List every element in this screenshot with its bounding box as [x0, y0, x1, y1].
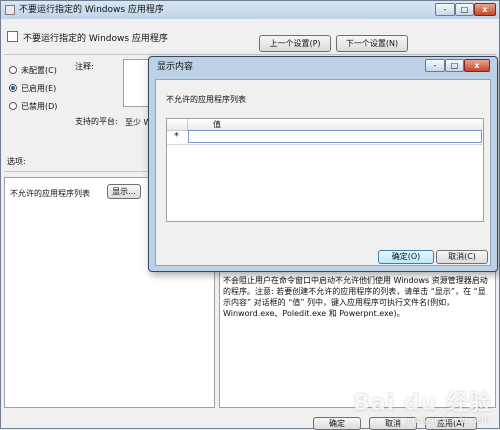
radio-enabled[interactable]: 已启用(E) — [9, 83, 69, 95]
dialog-ok-button[interactable]: 确定(O) — [378, 250, 434, 264]
disallowed-apps-label: 不允许的应用程序列表 — [10, 189, 90, 198]
main-close-button[interactable]: x — [474, 3, 496, 16]
policy-window-icon — [5, 5, 15, 15]
radio-not-configured[interactable]: 未配置(C) — [9, 65, 69, 77]
header-divider — [4, 54, 496, 55]
close-icon: x — [474, 61, 480, 70]
radio-disabled[interactable]: 已禁用(D) — [9, 101, 69, 113]
options-label: 选项: — [7, 157, 26, 166]
dialog-title-bar[interactable]: 显示内容 - □ x — [149, 57, 497, 77]
dialog-minimize-button[interactable]: - — [425, 59, 445, 72]
values-grid[interactable]: 值 * — [166, 118, 484, 222]
watermark-url: jingyan.baidu.com — [406, 416, 490, 426]
radio-circle[interactable] — [9, 102, 17, 110]
show-button[interactable]: 显示... — [107, 184, 141, 199]
main-minimize-button[interactable]: - — [435, 3, 455, 16]
help-text: 不会阻止用户在命令窗口中启动不允许他们使用 Windows 资源管理器启动的程序… — [223, 276, 488, 318]
main-window-title: 不要运行指定的 Windows 应用程序 — [19, 5, 164, 15]
main-maximize-button[interactable]: □ — [455, 3, 474, 16]
previous-setting-button[interactable]: 上一个设置(P) — [259, 35, 331, 52]
radio-circle-selected[interactable] — [9, 84, 17, 92]
new-entry-row[interactable]: * — [167, 130, 483, 145]
maximize-icon: □ — [450, 61, 459, 70]
close-icon: x — [482, 5, 488, 14]
radio-label: 已启用(E) — [21, 84, 57, 93]
row-header-corner — [167, 119, 188, 130]
radio-label: 已禁用(D) — [21, 102, 58, 111]
minimize-icon: - — [443, 5, 447, 14]
radio-circle[interactable] — [9, 66, 17, 74]
policy-icon — [7, 31, 18, 42]
maximize-icon: □ — [460, 5, 469, 14]
main-title-bar[interactable]: 不要运行指定的 Windows 应用程序 - □ x — [1, 1, 499, 19]
dialog-maximize-button[interactable]: □ — [445, 59, 464, 72]
new-row-marker: * — [174, 131, 179, 142]
dialog-close-button[interactable]: x — [464, 59, 490, 72]
comment-label: 注释: — [75, 62, 94, 71]
value-column-header[interactable]: 值 — [213, 119, 221, 130]
dialog-list-caption: 不允许的应用程序列表 — [166, 95, 246, 104]
supported-platform-label: 支持的平台: — [75, 117, 118, 126]
radio-label: 未配置(C) — [21, 66, 57, 75]
policy-name: 不要运行指定的 Windows 应用程序 — [23, 34, 168, 44]
dialog-cancel-button[interactable]: 取消(C) — [436, 250, 488, 264]
minimize-icon: - — [433, 61, 437, 70]
value-cell-input[interactable] — [188, 130, 482, 143]
dialog-content: 不允许的应用程序列表 值 * 确定(O) 取消(C) — [155, 79, 491, 266]
next-setting-button[interactable]: 下一个设置(N) — [336, 35, 408, 52]
dialog-title: 显示内容 — [157, 62, 194, 72]
baidu-watermark: Bai du 经验 — [353, 391, 492, 416]
ok-button[interactable]: 确定 — [313, 417, 361, 430]
show-contents-dialog: 显示内容 - □ x 不允许的应用程序列表 值 * 确定(O) 取消(C) — [148, 56, 498, 272]
